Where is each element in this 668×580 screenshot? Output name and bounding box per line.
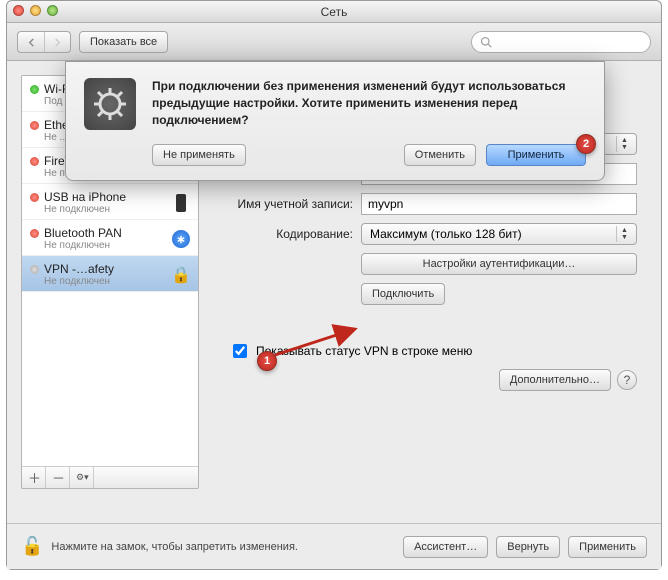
search-icon [480,36,492,48]
minimize-icon[interactable] [30,5,41,16]
help-button[interactable]: ? [617,370,637,390]
window-title: Сеть [321,5,348,19]
sidebar-item-usb-iphone[interactable]: USB на iPhone Не подключен [22,184,198,220]
chevron-updown-icon: ▲▼ [616,226,632,242]
preferences-window: Сеть Показать все Wi-F Под Ether [6,0,662,570]
chevron-updown-icon: ▲▼ [616,136,632,152]
traffic-lights [13,5,58,16]
close-icon[interactable] [13,5,24,16]
annotation-badge-1: 1 [257,351,277,371]
show-vpn-status-label: Показывать статус VPN в строке меню [256,344,472,358]
service-options-button[interactable]: ⚙▾ [70,467,94,489]
status-dot-icon [30,157,39,166]
encryption-select[interactable]: Максимум (только 128 бит) ▲▼ [361,223,637,245]
account-label: Имя учетной записи: [225,197,361,211]
status-dot-icon [30,193,39,202]
alert-sheet: При подключении без применения изменений… [65,61,605,181]
status-dot-icon [30,85,39,94]
lock-hint: Нажмите на замок, чтобы запретить измене… [51,541,298,553]
forward-button[interactable] [44,32,70,53]
zoom-icon[interactable] [47,5,58,16]
sidebar-item-vpn[interactable]: VPN -…afety Не подключен 🔒 [22,256,198,292]
encryption-label: Кодирование: [225,227,361,241]
status-dot-icon [30,229,39,238]
gear-icon [84,78,136,130]
remove-service-button[interactable]: － [46,467,70,489]
apply-sheet-button[interactable]: Применить [486,144,586,166]
sidebar-item-bluetooth[interactable]: Bluetooth PAN Не подключен ∗ [22,220,198,256]
show-vpn-status-checkbox[interactable] [233,344,247,358]
lock-area[interactable]: 🔓 Нажмите на замок, чтобы запретить изме… [21,536,298,557]
dont-apply-button[interactable]: Не применять [152,144,246,166]
titlebar: Сеть [7,1,661,23]
back-button[interactable] [18,32,44,53]
status-dot-icon [30,265,39,274]
account-input[interactable] [361,193,637,215]
lock-icon: 🔒 [170,264,192,286]
bluetooth-icon: ∗ [170,228,192,250]
toolbar: Показать все [7,23,661,61]
connect-button[interactable]: Подключить [361,283,445,305]
footer: 🔓 Нажмите на замок, чтобы запретить изме… [7,523,661,569]
advanced-button[interactable]: Дополнительно… [499,369,611,391]
revert-button[interactable]: Вернуть [496,536,560,558]
apply-button[interactable]: Применить [568,536,647,558]
auth-settings-button[interactable]: Настройки аутентификации… [361,253,637,275]
assistant-button[interactable]: Ассистент… [403,536,488,558]
add-service-button[interactable]: ＋ [22,467,46,489]
cancel-button[interactable]: Отменить [404,144,476,166]
iphone-icon [170,192,192,214]
alert-message: При подключении без применения изменений… [152,78,586,130]
unlocked-icon: 🔓 [21,536,43,557]
nav-back-forward [17,31,71,53]
sidebar-footer: ＋ － ⚙▾ [22,466,198,488]
status-dot-icon [30,121,39,130]
show-all-button[interactable]: Показать все [79,31,168,53]
search-input[interactable] [471,31,651,53]
annotation-badge-2: 2 [576,134,596,154]
